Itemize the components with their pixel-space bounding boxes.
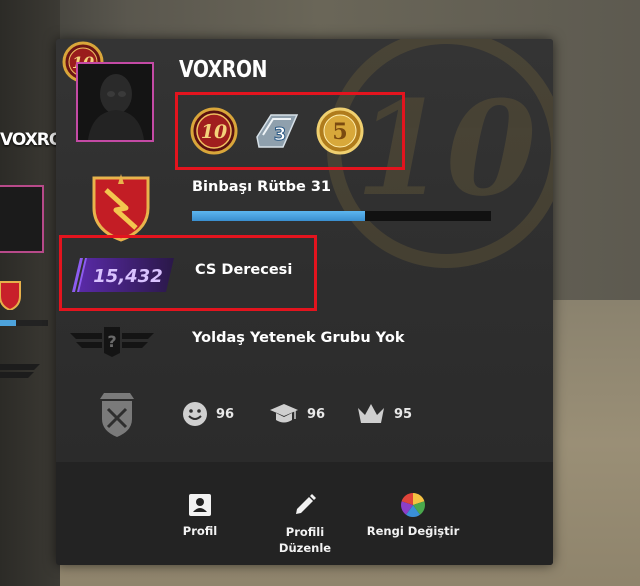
- commend-leader: 95: [356, 401, 412, 427]
- profile-shield-icon: [100, 393, 134, 437]
- background-wingman-icon: [0, 364, 40, 378]
- edit-profile-button[interactable]: Profili Düzenle: [268, 492, 342, 556]
- profile-actions-bar: Profil Profili Düzenle Rengi Değiştir: [56, 462, 553, 565]
- color-wheel-icon: [401, 493, 425, 517]
- service-medal-3-icon[interactable]: 3: [253, 107, 301, 155]
- rank-label: Binbaşı Rütbe 31: [192, 179, 332, 195]
- commendations-row: 96 96 95: [56, 389, 553, 439]
- wingman-label: Yoldaş Yetenek Grubu Yok: [192, 330, 405, 346]
- commend-teacher: 96: [269, 401, 325, 427]
- premier-rating-badge[interactable]: 15,432: [70, 256, 174, 294]
- rank-shield-icon: [92, 174, 150, 242]
- background-avatar: [0, 185, 44, 253]
- commend-leader-count: 95: [394, 406, 413, 422]
- profile-button[interactable]: Profil: [168, 492, 232, 538]
- profile-icon: [189, 494, 211, 516]
- commend-friendly-count: 96: [216, 406, 235, 422]
- commend-friendly: 96: [182, 401, 234, 427]
- cs-rating-label: CS Derecesi: [195, 262, 293, 278]
- commend-teacher-count: 96: [307, 406, 326, 422]
- crown-icon: [358, 404, 384, 423]
- edit-pencil-icon: [296, 494, 316, 514]
- avatar-image: [78, 64, 152, 140]
- cs-rating-row: 15,432 CS Derecesi: [59, 235, 317, 311]
- edit-profile-label: Profili Düzenle: [278, 525, 332, 555]
- svg-text:?: ?: [107, 332, 116, 351]
- graduation-cap-icon: [270, 404, 298, 423]
- medal-years-text: 5: [332, 119, 347, 145]
- medals-showcase: 10 3 5: [175, 92, 405, 170]
- five-year-coin-icon[interactable]: 5: [316, 107, 364, 155]
- level-10-medal-icon[interactable]: 10: [190, 107, 238, 155]
- change-color-label: Rengi Değiştir: [366, 524, 460, 538]
- change-color-button[interactable]: Rengi Değiştir: [358, 492, 468, 538]
- smiley-icon: [183, 402, 207, 426]
- xp-progress-bar: [192, 211, 491, 221]
- background-rank-icon: [0, 281, 21, 310]
- cs-rating-value: 15,432: [93, 266, 162, 287]
- profile-button-label: Profil: [182, 524, 218, 538]
- avatar[interactable]: [76, 62, 154, 142]
- background-xp-bar: [0, 320, 48, 326]
- wingman-rank-icon: ?: [70, 327, 154, 357]
- medal-service-text: 3: [274, 124, 287, 145]
- xp-progress-fill: [192, 211, 366, 221]
- profile-card: 10 10 VOXRON 10 3 5: [56, 39, 553, 565]
- background-player-name: VOXRON: [0, 130, 77, 150]
- medal-level-text: 10: [201, 121, 227, 143]
- player-name: VOXRON: [179, 57, 268, 83]
